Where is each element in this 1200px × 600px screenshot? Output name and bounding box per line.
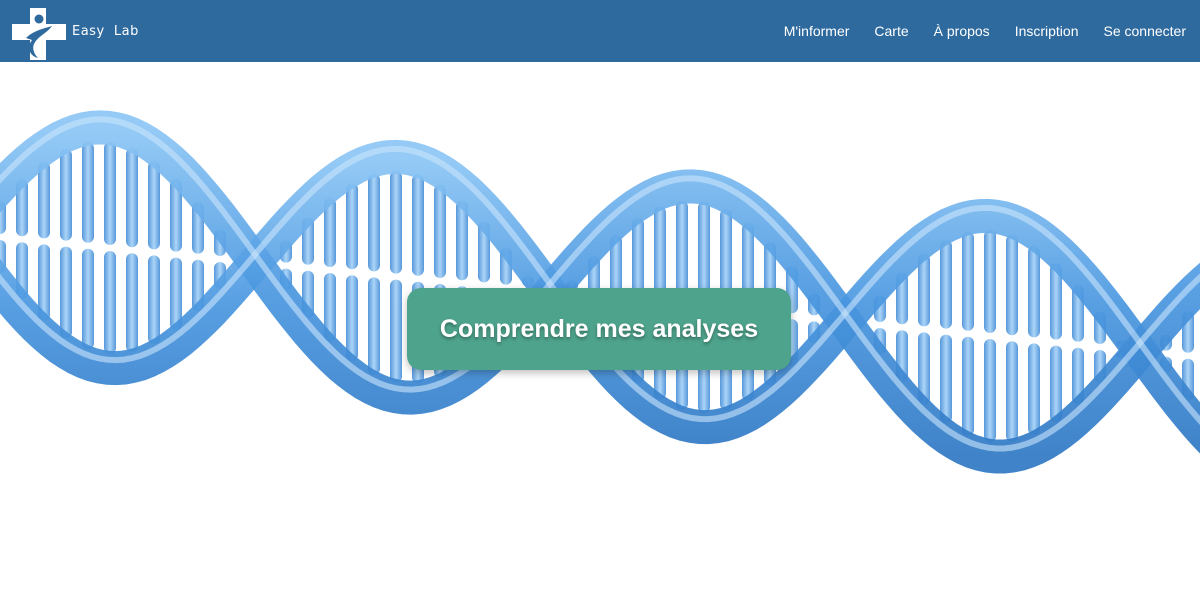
dna-rung [434,184,446,278]
nav-link-carte[interactable]: Carte [874,23,908,39]
dna-rung [654,206,666,300]
dna-rung [1006,341,1018,442]
nav-link-minformer[interactable]: M'informer [784,23,850,39]
dna-rung [346,183,358,270]
top-navbar: Easy Lab M'informer Carte À propos Inscr… [0,0,1200,62]
dna-rung [126,148,138,248]
dna-rung [632,218,644,298]
dna-rung [676,200,688,303]
dna-rung [38,161,50,239]
dna-rung [60,149,72,241]
dna-rung [412,174,424,276]
dna-rung [390,170,402,274]
dna-rung [148,255,160,344]
dna-rung [390,279,402,383]
nav-link-inscription[interactable]: Inscription [1015,23,1079,39]
nav-link-se-connecter[interactable]: Se connecter [1104,23,1187,39]
dna-rung [1006,234,1018,336]
dna-rung [104,142,116,245]
understand-analyses-button[interactable]: Comprendre mes analyses [407,288,791,370]
dna-rung [1028,343,1040,435]
medical-cross-person-icon[interactable] [12,8,66,62]
brand-name[interactable]: Easy Lab [72,24,139,39]
dna-rung [940,240,952,329]
dna-rung [368,173,380,272]
dna-rung [962,336,974,436]
dna-rung [126,253,138,353]
dna-rung [148,160,160,250]
dna-rung [346,275,358,362]
dna-rung [940,334,952,424]
dna-rung [82,142,94,243]
dna-rung [984,339,996,442]
main-nav: M'informer Carte À propos Inscription Se… [759,0,1186,62]
hero-section: Comprendre mes analyses [0,62,1200,600]
dna-rung [1050,345,1062,423]
dna-rung [60,246,72,339]
dna-rung [368,277,380,375]
nav-link-a-propos[interactable]: À propos [934,23,990,39]
dna-rung [1028,245,1040,338]
dna-rung [82,248,94,350]
dna-rung [104,251,116,354]
dna-rung [962,231,974,331]
dna-rung [984,230,996,333]
